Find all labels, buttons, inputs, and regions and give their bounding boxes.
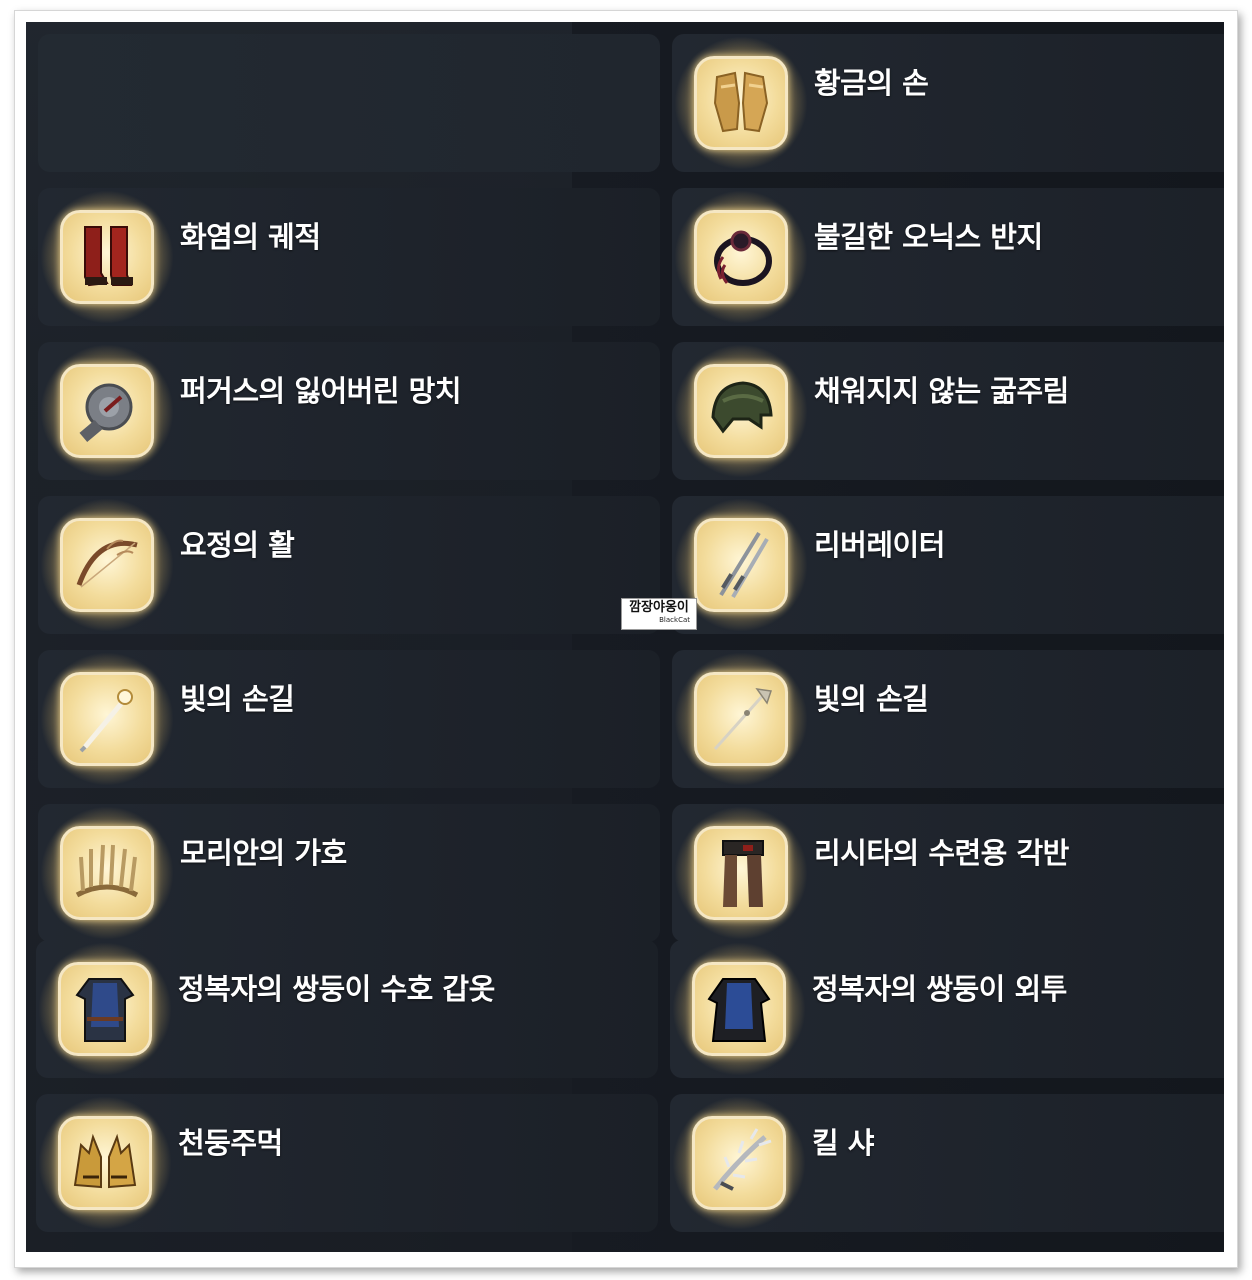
item-name: 빛의 손길 xyxy=(814,682,929,716)
item-icon-frame xyxy=(38,650,176,788)
armor-icon xyxy=(75,978,135,1042)
item-card[interactable]: 채워지지 않는 굶주림 xyxy=(672,342,1224,480)
item-name: 정복자의 쌍둥이 수호 갑옷 xyxy=(178,972,495,1006)
item-card-empty xyxy=(38,34,660,172)
item-card[interactable]: 킬 샤 xyxy=(670,1094,1224,1232)
item-icon-frame xyxy=(36,1094,174,1232)
watermark-logo: 깜장야옹이 BlackCat xyxy=(621,598,697,630)
onyx-ring-icon xyxy=(714,230,772,286)
item-name: 정복자의 쌍둥이 외투 xyxy=(812,972,1067,1006)
item-icon-frame xyxy=(38,496,176,634)
feather-crown-icon xyxy=(75,844,139,898)
item-icon-frame xyxy=(38,804,176,942)
twin-blades-icon xyxy=(719,531,769,599)
item-icon-frame xyxy=(672,342,810,480)
bow-icon xyxy=(76,539,138,588)
item-icon-frame xyxy=(670,1094,808,1232)
item-card[interactable]: 화염의 궤적 xyxy=(38,188,660,326)
watermark-subtext: BlackCat xyxy=(659,616,690,624)
item-card[interactable]: 퍼거스의 잃어버린 망치 xyxy=(38,342,660,480)
item-card[interactable]: 황금의 손 xyxy=(672,34,1224,172)
item-name: 채워지지 않는 굶주림 xyxy=(814,374,1069,408)
item-name: 퍼거스의 잃어버린 망치 xyxy=(180,374,462,408)
coat-icon xyxy=(707,978,771,1042)
item-icon-frame xyxy=(672,188,810,326)
item-name: 빛의 손길 xyxy=(180,682,295,716)
flame-boots-icon xyxy=(84,226,133,287)
item-card[interactable]: 불길한 오닉스 반지 xyxy=(672,188,1224,326)
item-name: 리버레이터 xyxy=(814,528,945,562)
item-icon-frame xyxy=(36,940,174,1078)
item-name: 황금의 손 xyxy=(814,66,929,100)
item-icon-frame xyxy=(672,496,810,634)
spiked-weapon-icon xyxy=(713,1128,772,1191)
item-name: 요정의 활 xyxy=(180,528,295,562)
item-icon-frame xyxy=(38,188,176,326)
item-icon-frame xyxy=(38,342,176,480)
item-icon-frame xyxy=(672,34,810,172)
item-name: 리시타의 수련용 각반 xyxy=(814,836,1069,870)
watermark-text: 깜장야옹이 xyxy=(629,600,689,615)
item-card[interactable]: 빛의 손길 xyxy=(672,650,1224,788)
leggings-icon xyxy=(722,840,764,907)
item-icon-frame xyxy=(670,940,808,1078)
item-icon-frame xyxy=(672,650,810,788)
hammer-icon xyxy=(79,383,133,443)
item-card[interactable]: 정복자의 쌍둥이 외투 xyxy=(670,940,1224,1078)
item-list-panel: 황금의 손 화염의 궤적 불길한 오닉스 반지 퍼거스의 잃어버린 망치 채워지… xyxy=(26,22,1224,1252)
item-card[interactable]: 리시타의 수련용 각반 xyxy=(672,804,1224,942)
golden-gloves-icon xyxy=(713,71,769,133)
item-card[interactable]: 리버레이터 xyxy=(672,496,1224,634)
item-card[interactable]: 빛의 손길 xyxy=(38,650,660,788)
item-card[interactable]: 요정의 활 xyxy=(38,496,660,634)
wand-icon xyxy=(79,689,133,753)
item-name: 화염의 궤적 xyxy=(180,220,321,254)
item-card[interactable]: 모리안의 가호 xyxy=(38,804,660,942)
item-icon-frame xyxy=(672,804,810,942)
item-name: 천둥주먹 xyxy=(178,1126,283,1160)
item-name: 모리안의 가호 xyxy=(180,836,347,870)
item-name: 킬 샤 xyxy=(812,1126,874,1160)
item-card[interactable]: 천둥주먹 xyxy=(36,1094,658,1232)
gauntlets-icon xyxy=(73,1133,137,1189)
item-card[interactable]: 정복자의 쌍둥이 수호 갑옷 xyxy=(36,940,658,1078)
staff-icon xyxy=(713,688,772,750)
helmet-icon xyxy=(711,381,773,434)
item-name: 불길한 오닉스 반지 xyxy=(814,220,1043,254)
